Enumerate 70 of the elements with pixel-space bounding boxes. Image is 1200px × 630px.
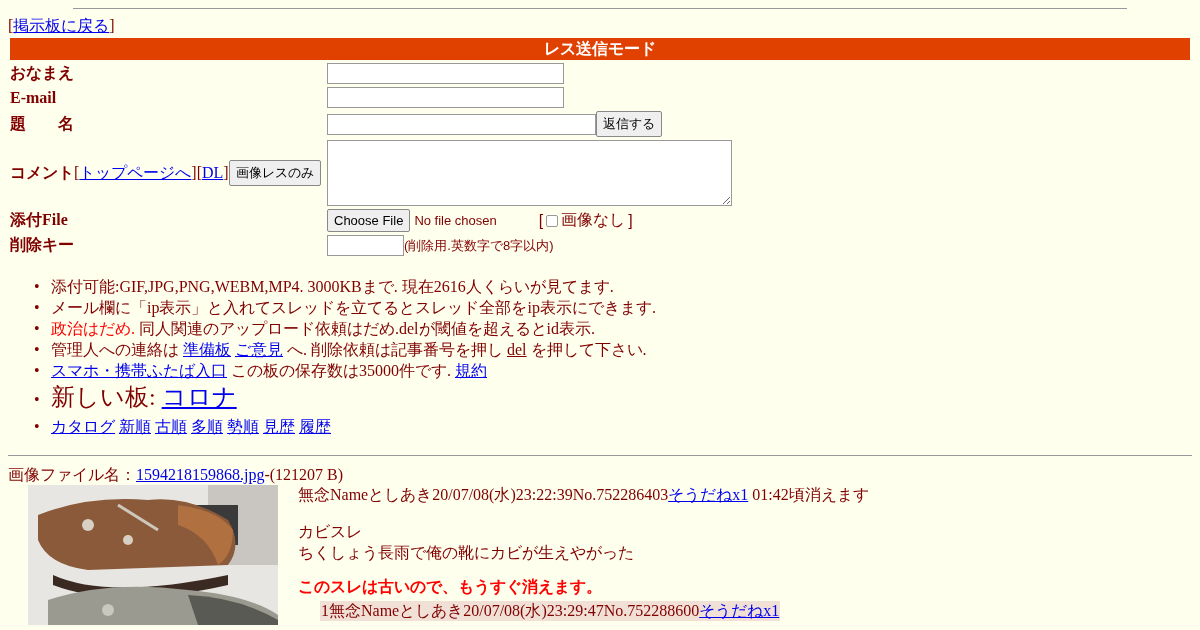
link[interactable]: ご意見 — [235, 341, 283, 358]
link[interactable]: 古順 — [155, 418, 187, 435]
email-label: E-mail — [10, 88, 58, 107]
bullet: • — [34, 417, 41, 437]
delete-key-note: (削除用.英数字で8字以内) — [404, 236, 554, 255]
form-title: レス送信モード — [10, 38, 1190, 60]
bracket: ] — [223, 164, 229, 182]
name-label: おなまえ — [10, 63, 75, 84]
no-image-label: 画像なし — [561, 210, 626, 230]
link[interactable]: 見歴 — [263, 418, 295, 435]
file-status: No file chosen — [414, 213, 497, 228]
note-text: 同人関連のアップロード依頼はだめ.delが閾値を超えるとid表示. — [139, 320, 595, 337]
bracket: [ — [538, 211, 544, 230]
link[interactable]: 準備板 — [183, 341, 231, 358]
note-text: 管理人への連絡は — [51, 341, 179, 358]
post-text: カビスレ — [298, 522, 363, 542]
del-text: del — [507, 341, 527, 358]
link[interactable]: 履歴 — [299, 418, 331, 435]
link[interactable]: 勢順 — [227, 418, 259, 435]
bullet: • — [34, 390, 41, 410]
image-only-button[interactable]: 画像レスのみ — [228, 160, 321, 186]
note-text: 新しい板: — [51, 384, 156, 410]
name-field[interactable] — [327, 63, 564, 84]
post-text: ちくしょう長雨で俺の靴にカビが生えやがった — [298, 543, 635, 563]
link[interactable]: コロナ — [161, 384, 237, 410]
delete-key-field[interactable] — [327, 235, 404, 256]
bracket: [ — [74, 164, 80, 182]
bracket: [ — [196, 164, 202, 182]
like-link[interactable]: そうだねx1 — [668, 486, 749, 503]
bullet: • — [34, 298, 41, 318]
expiry-warning: このスレは古いので、もうすぐ消えます。 — [298, 577, 603, 597]
bracket: ] — [191, 164, 197, 182]
choose-file-button[interactable]: Choose File — [327, 209, 411, 232]
post-header: 無念Nameとしあき20/07/08(水)23:22:39No.752286403 — [298, 486, 669, 503]
comment-field[interactable] — [327, 140, 732, 206]
note-text: を押して下さい. — [530, 341, 647, 358]
comment-label: コメント — [10, 162, 74, 183]
bullet: • — [34, 277, 41, 297]
like-link[interactable]: そうだねx1 — [699, 602, 780, 619]
file-link[interactable]: 1594218159868.jpg — [136, 466, 265, 483]
note-text: へ. 削除依頼は記事番号を押し — [287, 341, 503, 358]
subject-label: 題 名 — [10, 113, 75, 134]
back-link[interactable]: 掲示板に戻る — [13, 17, 110, 34]
bullet: • — [34, 340, 41, 360]
link[interactable]: カタログ — [51, 418, 115, 435]
note-text: この板の保存数は35000件です. — [231, 362, 451, 379]
delete-key-label: 削除キー — [10, 235, 75, 255]
link[interactable]: スマホ・携帯ふたば入口 — [51, 362, 227, 379]
bullet: • — [34, 361, 41, 381]
email-field[interactable] — [327, 87, 564, 108]
link[interactable]: 新順 — [119, 418, 151, 435]
reply-button[interactable]: 返信する — [596, 111, 662, 137]
bracket: ] — [109, 17, 115, 34]
reply-header: 1無念Nameとしあき20/07/08(水)23:29:47No.752288600 — [321, 602, 700, 619]
file-label: 添付File — [10, 210, 69, 230]
note-text: 添付可能:GIF,JPG,PNG,WEBM,MP4. 3000KBまで. 現在2616人くらいが見てます. — [51, 278, 614, 295]
note-text: メール欄に「ip表示」と入れてスレッドを立てるとスレッド全部をip表示にできます. — [51, 299, 656, 316]
bracket: [ — [8, 17, 14, 34]
checkbox[interactable] — [546, 214, 559, 227]
link[interactable]: 多順 — [191, 418, 223, 435]
expiry-text: 01:42頃消えます — [752, 486, 869, 503]
file-size: -(121207 B) — [264, 466, 344, 483]
comment-link[interactable]: トップページへ — [79, 162, 192, 184]
bracket: ] — [628, 211, 633, 230]
bullet: • — [34, 319, 41, 339]
subject-field[interactable] — [327, 113, 596, 135]
link[interactable]: 規約 — [455, 362, 487, 379]
file-name-label: 画像ファイル名： — [8, 466, 136, 483]
warning-text: 政治はだめ. — [51, 320, 135, 337]
comment-link[interactable]: DL — [202, 164, 224, 182]
